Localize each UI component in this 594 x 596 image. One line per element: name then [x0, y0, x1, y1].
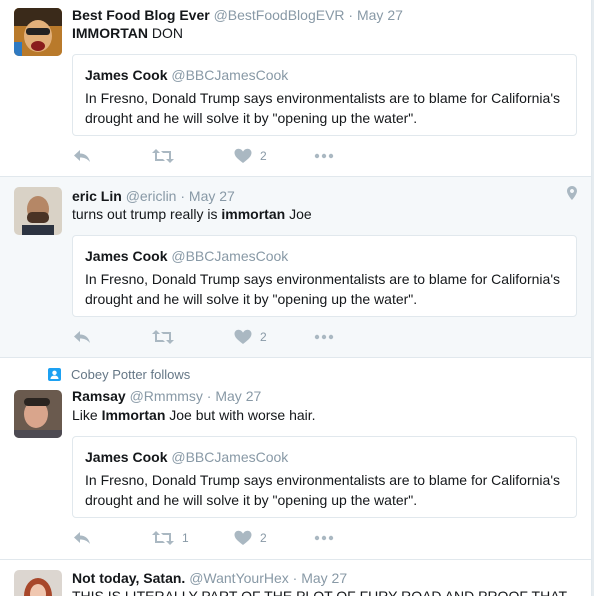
more-icon	[314, 334, 334, 340]
avatar-image	[14, 8, 62, 56]
display-name[interactable]: Not today, Satan.	[72, 570, 185, 586]
reply-button[interactable]	[72, 146, 92, 166]
reply-button[interactable]	[72, 327, 92, 347]
like-icon	[234, 148, 252, 163]
tweet-text-rest: DON	[147, 25, 183, 41]
quoted-tweet-text: In Fresno, Donald Trump says environment…	[85, 271, 560, 307]
location-icon[interactable]	[567, 186, 577, 200]
retweet-icon	[152, 149, 174, 163]
retweet-icon	[152, 330, 174, 344]
retweet-icon	[152, 531, 174, 545]
separator: ·	[348, 7, 354, 23]
reply-icon	[74, 150, 90, 162]
quoted-tweet-header: James Cook @BBCJamesCook	[85, 248, 564, 264]
retweet-button[interactable]: 1	[152, 528, 189, 548]
tweet-header: Not today, Satan. @WantYourHex · May 27	[72, 570, 347, 586]
tweet-text-pre: Like	[72, 407, 102, 423]
quoted-tweet-header: James Cook @BBCJamesCook	[85, 449, 564, 465]
tweet-header: eric Lin @ericlin · May 27	[72, 188, 235, 204]
tweet-text: THIS IS LITERALLY PART OF THE PLOT OF FU…	[72, 588, 568, 596]
quoted-tweet-text: In Fresno, Donald Trump says environment…	[85, 472, 560, 508]
more-icon	[314, 153, 334, 159]
avatar-image	[14, 390, 62, 438]
tweet-text: turns out trump really is immortan Joe	[72, 205, 312, 224]
quoted-tweet[interactable]: James Cook @BBCJamesCook In Fresno, Dona…	[72, 235, 577, 317]
avatar[interactable]	[14, 187, 62, 235]
tweet-header: Best Food Blog Ever @BestFoodBlogEVR · M…	[72, 7, 403, 23]
tweet[interactable]: Cobey Potter follows Ramsay @Rmmmsy · Ma…	[0, 358, 591, 560]
quoted-tweet[interactable]: James Cook @BBCJamesCook In Fresno, Dona…	[72, 436, 577, 518]
tweet-text: IMMORTAN DON	[72, 24, 183, 43]
tweet[interactable]: eric Lin @ericlin · May 27 turns out tru…	[0, 177, 591, 358]
user-handle[interactable]: @BestFoodBlogEVR	[214, 7, 345, 23]
more-icon	[314, 535, 334, 541]
tweet-date[interactable]: May 27	[301, 570, 347, 586]
like-count: 2	[260, 531, 267, 545]
separator: ·	[206, 388, 212, 404]
quoted-display-name: James Cook	[85, 248, 168, 264]
quoted-user-handle: @BBCJamesCook	[171, 248, 289, 264]
avatar-image	[14, 187, 62, 235]
retweet-count: 1	[182, 531, 189, 545]
quoted-user-handle: @BBCJamesCook	[171, 67, 289, 83]
tweet[interactable]: Best Food Blog Ever @BestFoodBlogEVR · M…	[0, 0, 591, 177]
like-count: 2	[260, 330, 267, 344]
retweet-button[interactable]	[152, 146, 182, 166]
retweet-button[interactable]	[152, 327, 182, 347]
avatar-image	[14, 570, 62, 596]
quoted-display-name: James Cook	[85, 67, 168, 83]
follow-icon	[48, 368, 61, 381]
social-context-text: Cobey Potter follows	[71, 367, 191, 382]
user-handle[interactable]: @ericlin	[126, 188, 177, 204]
reply-icon	[74, 532, 90, 544]
tweet-text: Like Immortan Joe but with worse hair.	[72, 406, 316, 425]
avatar[interactable]	[14, 8, 62, 56]
highlight-term: immortan	[221, 206, 286, 222]
like-button[interactable]: 2	[234, 327, 267, 347]
more-button[interactable]	[314, 528, 334, 548]
quoted-tweet-header: James Cook @BBCJamesCook	[85, 67, 564, 83]
avatar[interactable]	[14, 390, 62, 438]
more-button[interactable]	[314, 146, 334, 166]
tweet-date[interactable]: May 27	[357, 7, 403, 23]
quoted-tweet-text: In Fresno, Donald Trump says environment…	[85, 90, 560, 126]
user-handle[interactable]: @WantYourHex	[189, 570, 289, 586]
display-name[interactable]: eric Lin	[72, 188, 122, 204]
display-name[interactable]: Best Food Blog Ever	[72, 7, 210, 23]
highlight-term: IMMORTAN	[72, 25, 148, 41]
user-handle[interactable]: @Rmmmsy	[130, 388, 203, 404]
reply-icon	[74, 331, 90, 343]
display-name[interactable]: Ramsay	[72, 388, 126, 404]
social-context[interactable]: Cobey Potter follows	[48, 367, 190, 382]
quoted-tweet[interactable]: James Cook @BBCJamesCook In Fresno, Dona…	[72, 54, 577, 136]
like-button[interactable]: 2	[234, 146, 267, 166]
tweet-header: Ramsay @Rmmmsy · May 27	[72, 388, 261, 404]
tweet-date[interactable]: May 27	[215, 388, 261, 404]
tweet-text-post: Joe but with worse hair.	[165, 407, 316, 423]
quoted-display-name: James Cook	[85, 449, 168, 465]
more-button[interactable]	[314, 327, 334, 347]
avatar[interactable]	[14, 570, 62, 596]
tweet-text-post: Joe	[285, 206, 312, 222]
like-icon	[234, 329, 252, 344]
highlight-term: Immortan	[101, 407, 166, 423]
like-button[interactable]: 2	[234, 528, 267, 548]
tweet-date[interactable]: May 27	[189, 188, 235, 204]
separator: ·	[292, 570, 298, 586]
tweet[interactable]: Not today, Satan. @WantYourHex · May 27 …	[0, 560, 591, 596]
quoted-user-handle: @BBCJamesCook	[171, 449, 289, 465]
separator: ·	[180, 188, 186, 204]
reply-button[interactable]	[72, 528, 92, 548]
like-count: 2	[260, 149, 267, 163]
tweet-text-pre: turns out trump really is	[72, 206, 222, 222]
like-icon	[234, 530, 252, 545]
timeline: Best Food Blog Ever @BestFoodBlogEVR · M…	[0, 0, 592, 596]
